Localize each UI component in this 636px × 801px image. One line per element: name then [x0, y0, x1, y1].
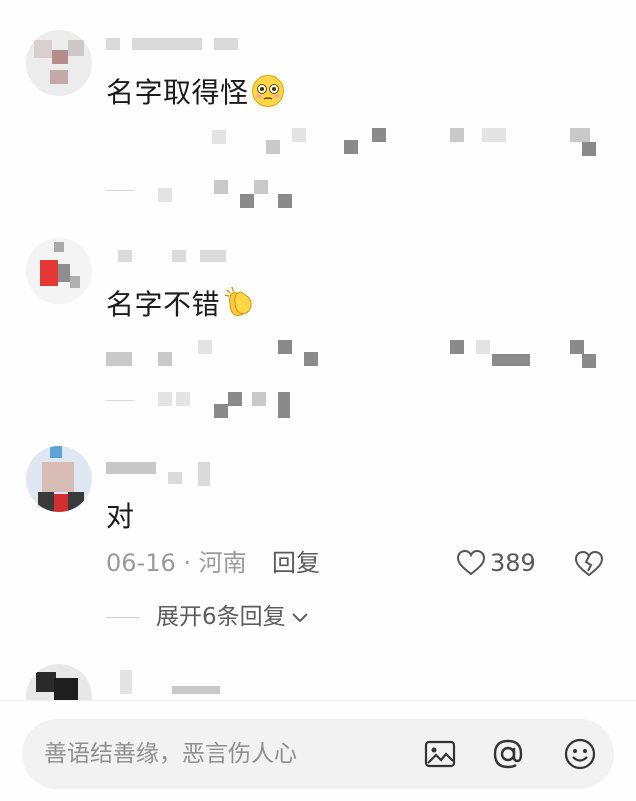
avatar[interactable]	[26, 30, 92, 96]
chevron-down-icon	[291, 613, 308, 623]
comment-meta: 06-16 · 河南	[106, 548, 247, 578]
heart-icon	[456, 549, 486, 576]
expand-replies-button[interactable]: 展开6条回复	[106, 602, 310, 632]
expand-replies-blurred[interactable]	[106, 178, 306, 208]
comment-input[interactable]: 善语结善缘，恶言伤人心	[22, 719, 614, 789]
dislike-button[interactable]	[574, 550, 604, 578]
username-blurred[interactable]	[106, 458, 246, 488]
emoji-icon[interactable]	[562, 736, 598, 772]
username-blurred[interactable]	[106, 246, 246, 266]
avatar[interactable]	[26, 446, 92, 512]
comment-item[interactable]: 名字不错	[0, 232, 636, 432]
avatar[interactable]	[26, 664, 92, 702]
comment-item[interactable]: 名字取得怪	[0, 20, 636, 220]
reply-button[interactable]: 回复	[272, 548, 320, 578]
comment-text: 名字取得怪	[106, 74, 285, 116]
comment-date: 06-16	[106, 549, 176, 577]
expand-replies-blurred[interactable]	[106, 388, 306, 418]
comment-text: 对	[106, 500, 135, 533]
meta-separator: ·	[183, 549, 192, 577]
at-mention-icon[interactable]	[490, 736, 526, 772]
meta-row-blurred	[106, 336, 606, 376]
broken-heart-icon	[574, 550, 604, 577]
username-blurred[interactable]	[106, 668, 246, 698]
divider-dash	[106, 616, 140, 618]
like-count: 389	[490, 549, 536, 577]
like-button[interactable]: 389	[456, 548, 536, 578]
comment-location: 河南	[198, 549, 247, 577]
avatar[interactable]	[26, 238, 92, 304]
comment-item[interactable]	[0, 662, 636, 702]
expand-replies-label: 展开6条回复	[156, 604, 286, 630]
meta-row-blurred	[106, 124, 606, 164]
username-blurred[interactable]	[106, 34, 246, 54]
comment-item[interactable]: 对 06-16 · 河南 回复 389 展开6条回复	[0, 444, 636, 644]
clapping-hands-emoji	[222, 284, 258, 328]
comment-text: 名字不错	[106, 284, 258, 328]
image-icon[interactable]	[422, 736, 458, 772]
flushed-face-emoji	[251, 74, 285, 116]
comment-composer: 善语结善缘，恶言伤人心	[0, 700, 636, 801]
comment-input-placeholder: 善语结善缘，恶言伤人心	[44, 741, 297, 767]
